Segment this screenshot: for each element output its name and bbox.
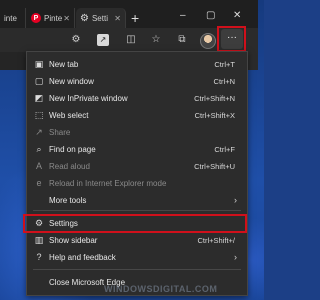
tracking-icon[interactable]: ⚙	[70, 34, 82, 46]
page-content	[0, 52, 26, 70]
menu-item-new-inprivate-window[interactable]: ◩ New InPrivate window Ctrl+Shift+N	[27, 90, 247, 107]
new-tab-icon: ▣	[34, 59, 44, 69]
menu-item-more-tools[interactable]: More tools ›	[27, 192, 247, 209]
menu-item-share[interactable]: ↗ Share	[27, 124, 247, 141]
menu-item-help-and-feedback[interactable]: ? Help and feedback ›	[27, 249, 247, 266]
web-select-icon: ⬚	[34, 110, 44, 120]
menu-item-label: New InPrivate window	[49, 94, 128, 103]
tab-strip: inte P Pinte ✕ ⚙ Setti ✕ + – ▢ ✕	[0, 0, 258, 28]
split-screen-icon[interactable]: ◫	[125, 34, 137, 46]
menu-divider	[33, 210, 241, 211]
watermark: WINDOWSDIGITAL.COM	[104, 284, 218, 294]
new-window-icon: ▢	[34, 76, 44, 86]
menu-item-label: Find on page	[49, 145, 96, 154]
pinterest-icon: P	[31, 13, 41, 23]
settings-and-more-menu: ▣ New tab Ctrl+T ▢ New window Ctrl+N ◩ N…	[26, 51, 248, 296]
menu-item-read-aloud[interactable]: A Read aloud Ctrl+Shift+U	[27, 158, 247, 175]
menu-item-new-window[interactable]: ▢ New window Ctrl+N	[27, 73, 247, 90]
extension-icon[interactable]: ↗	[97, 34, 109, 46]
close-window-button[interactable]: ✕	[233, 10, 241, 21]
menu-item-label: Share	[49, 128, 71, 137]
menu-item-label: New tab	[49, 60, 79, 69]
tab-pinterest[interactable]: P Pinte ✕	[27, 8, 75, 28]
collections-icon[interactable]: ⧉	[176, 34, 188, 46]
menu-item-web-select[interactable]: ⬚ Web select Ctrl+Shift+X	[27, 107, 247, 124]
menu-item-label: Help and feedback	[49, 253, 116, 262]
menu-item-label: More tools	[49, 196, 87, 205]
menu-item-shortcut: Ctrl+T	[214, 60, 235, 69]
menu-item-shortcut: Ctrl+F	[214, 145, 235, 154]
maximize-button[interactable]: ▢	[206, 10, 215, 21]
read-aloud-icon: A	[35, 161, 42, 171]
menu-item-shortcut: Ctrl+Shift+X	[194, 111, 235, 120]
ie-mode-icon: e	[36, 178, 42, 188]
menu-item-shortcut: Ctrl+Shift+N	[194, 94, 235, 103]
menu-item-show-sidebar[interactable]: ▥ Show sidebar Ctrl+Shift+/	[27, 232, 247, 249]
tab-label: Setti	[91, 13, 108, 23]
menu-item-label: Read aloud	[49, 162, 90, 171]
settings-highlight	[23, 214, 247, 233]
tab-settings[interactable]: ⚙ Setti ✕	[76, 8, 126, 28]
inprivate-icon: ◩	[34, 93, 44, 103]
menu-item-shortcut: Ctrl+Shift+U	[194, 162, 235, 171]
menu-divider	[33, 269, 241, 270]
tab-label: Pinte	[44, 13, 63, 23]
menu-item-shortcut: Ctrl+N	[213, 77, 235, 86]
menu-item-new-tab[interactable]: ▣ New tab Ctrl+T	[27, 56, 247, 73]
menu-item-label: Show sidebar	[49, 236, 98, 245]
sidebar-icon: ▥	[34, 235, 44, 245]
help-icon: ?	[36, 252, 42, 262]
more-button-highlight	[217, 26, 246, 52]
tab-label: inte	[4, 13, 17, 23]
menu-item-label: New window	[49, 77, 94, 86]
favorites-icon[interactable]: ☆	[150, 34, 162, 46]
chevron-right-icon: ›	[234, 195, 237, 205]
find-icon: ⌕	[36, 144, 42, 154]
chevron-right-icon: ›	[234, 252, 237, 262]
menu-item-find-on-page[interactable]: ⌕ Find on page Ctrl+F	[27, 141, 247, 158]
close-tab-icon[interactable]: ✕	[63, 14, 70, 23]
tab-1[interactable]: inte	[0, 8, 26, 28]
menu-item-label: Reload in Internet Explorer mode	[49, 179, 167, 188]
share-icon: ↗	[35, 127, 43, 137]
gear-icon: ⚙	[80, 12, 89, 24]
new-tab-button[interactable]: +	[131, 11, 139, 25]
profile-avatar[interactable]	[200, 33, 216, 49]
menu-item-label: Web select	[49, 111, 89, 120]
menu-item-ie-mode[interactable]: e Reload in Internet Explorer mode	[27, 175, 247, 192]
minimize-button[interactable]: –	[180, 10, 186, 21]
menu-item-shortcut: Ctrl+Shift+/	[197, 236, 235, 245]
close-tab-icon[interactable]: ✕	[114, 14, 121, 23]
